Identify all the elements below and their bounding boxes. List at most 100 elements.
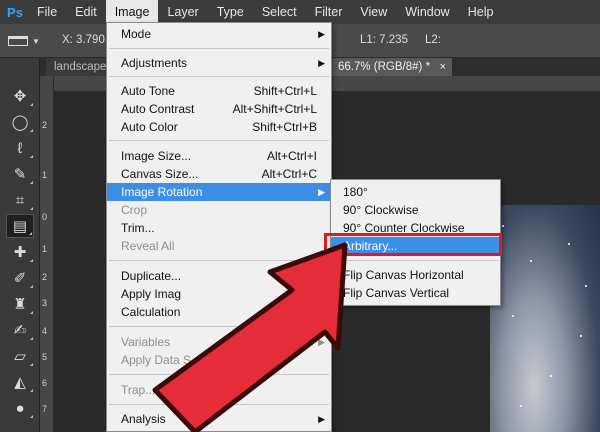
menu-edit[interactable]: Edit bbox=[66, 0, 106, 24]
menu-item-apply-data-set[interactable]: Apply Data S bbox=[107, 351, 331, 369]
submenu-arrow-icon: ▶ bbox=[318, 337, 325, 347]
menu-help[interactable]: Help bbox=[459, 0, 503, 24]
ruler-tool-preset[interactable]: ▼ bbox=[8, 32, 48, 50]
star bbox=[512, 315, 514, 317]
menu-item-trap[interactable]: Trap... bbox=[107, 381, 331, 399]
tab-label: 66.7% (RGB/8#) * bbox=[338, 61, 431, 73]
menu-image[interactable]: Image bbox=[105, 0, 159, 24]
ruler-tool[interactable]: ▤ bbox=[6, 214, 34, 238]
submenu-arrow-icon: ▶ bbox=[318, 29, 325, 39]
menu-item-analysis[interactable]: Analysis ▶ bbox=[107, 410, 331, 428]
menu-item-label: Analysis bbox=[121, 412, 166, 426]
l1-length-readout: L1: 7.235 bbox=[360, 34, 408, 46]
submenu-arrow-icon: ▶ bbox=[318, 58, 325, 68]
brush-icon: ✐ bbox=[13, 270, 27, 287]
lasso-tool[interactable]: ℓ bbox=[6, 136, 34, 160]
app-logo: Ps bbox=[7, 4, 23, 20]
menu-item-canvas-size[interactable]: Canvas Size... Alt+Ctrl+C bbox=[107, 165, 331, 183]
menu-item-apply-image[interactable]: Apply Imag bbox=[107, 285, 331, 303]
move-tool[interactable]: ✥ bbox=[6, 84, 34, 108]
brush-tool[interactable]: ✐ bbox=[6, 266, 34, 290]
menu-item-label: Auto Contrast bbox=[121, 102, 195, 116]
eraser-tool[interactable]: ▱ bbox=[6, 344, 34, 368]
ruler-number: 3 bbox=[42, 298, 48, 308]
lasso-icon: ℓ bbox=[17, 139, 23, 157]
quick-selection-tool[interactable]: ✎ bbox=[6, 162, 34, 186]
healing-brush-tool[interactable]: ✚ bbox=[6, 240, 34, 264]
menu-item-label: Calculation bbox=[121, 305, 181, 319]
menu-window[interactable]: Window bbox=[396, 0, 458, 24]
menu-select[interactable]: Select bbox=[253, 0, 306, 24]
ruler-number: 1 bbox=[42, 170, 48, 180]
submenu-arrow-icon: ▶ bbox=[318, 187, 325, 197]
submenu-item-90-clockwise[interactable]: 90° Clockwise bbox=[331, 201, 500, 219]
submenu-item-180[interactable]: 180° bbox=[331, 183, 500, 201]
eraser-icon: ▱ bbox=[14, 348, 26, 365]
clone-stamp-tool[interactable]: ♜ bbox=[6, 292, 34, 316]
menu-separator bbox=[109, 48, 329, 49]
menu-item-label: Reveal All bbox=[121, 239, 175, 253]
document-image[interactable] bbox=[490, 205, 600, 432]
menu-filter[interactable]: Filter bbox=[306, 0, 352, 24]
star bbox=[520, 405, 522, 407]
menu-separator bbox=[109, 140, 329, 141]
menu-item-duplicate[interactable]: Duplicate... bbox=[107, 267, 331, 285]
menu-item-mode[interactable]: Mode ▶ bbox=[107, 25, 331, 43]
drop-icon: ● bbox=[15, 399, 25, 417]
submenu-arrow-icon: ▶ bbox=[318, 414, 325, 424]
menu-item-label: Image Rotation bbox=[121, 185, 203, 199]
menu-item-label: Mode bbox=[121, 27, 152, 41]
menu-item-trim[interactable]: Trim... bbox=[107, 219, 331, 237]
menu-item-label: Trim... bbox=[121, 221, 155, 235]
stamp-icon: ♜ bbox=[13, 296, 27, 313]
chevron-down-icon: ▼ bbox=[32, 36, 40, 46]
history-brush-tool[interactable]: ✍ bbox=[6, 318, 34, 342]
tools-panel: ✥ ◯ ℓ ✎ ⌗ ▤ ✚ ✐ ♜ ✍ ▱ ◭ ● bbox=[0, 58, 40, 432]
menu-item-shortcut: Shift+Ctrl+B bbox=[252, 120, 317, 134]
ruler-number: 5 bbox=[42, 352, 48, 362]
menu-item-auto-tone[interactable]: Auto Tone Shift+Ctrl+L bbox=[107, 82, 331, 100]
tab-active-document[interactable]: 66.7% (RGB/8#) * × bbox=[330, 58, 453, 76]
menu-item-auto-color[interactable]: Auto Color Shift+Ctrl+B bbox=[107, 118, 331, 136]
menu-item-label: Auto Tone bbox=[121, 84, 175, 98]
menu-item-label: Duplicate... bbox=[121, 269, 182, 283]
submenu-item-flip-vertical[interactable]: Flip Canvas Vertical bbox=[331, 284, 500, 302]
ruler-number: 0 bbox=[42, 212, 48, 222]
menu-separator bbox=[109, 260, 329, 261]
menu-item-shortcut: Alt+Shift+Ctrl+L bbox=[232, 102, 317, 116]
menu-item-label: Variables bbox=[121, 335, 171, 349]
ruler-icon bbox=[8, 36, 28, 46]
menu-item-adjustments[interactable]: Adjustments ▶ bbox=[107, 54, 331, 72]
menu-item-image-rotation[interactable]: Image Rotation ▶ bbox=[107, 183, 331, 201]
menu-item-auto-contrast[interactable]: Auto Contrast Alt+Shift+Ctrl+L bbox=[107, 100, 331, 118]
menu-type[interactable]: Type bbox=[208, 0, 253, 24]
menu-item-crop[interactable]: Crop bbox=[107, 201, 331, 219]
history-brush-icon: ✍ bbox=[13, 322, 27, 339]
menu-item-variables[interactable]: Variables ▶ bbox=[107, 333, 331, 351]
menu-layer[interactable]: Layer bbox=[158, 0, 207, 24]
menu-item-label: Trap... bbox=[121, 383, 156, 397]
star bbox=[502, 225, 504, 227]
menu-item-image-size[interactable]: Image Size... Alt+Ctrl+I bbox=[107, 147, 331, 165]
menu-separator bbox=[109, 374, 329, 375]
blur-tool[interactable]: ● bbox=[6, 396, 34, 420]
menu-item-label: Auto Color bbox=[121, 120, 178, 134]
close-icon[interactable]: × bbox=[440, 58, 446, 76]
menu-file[interactable]: File bbox=[28, 0, 66, 24]
marquee-tool[interactable]: ◯ bbox=[6, 110, 34, 134]
ruler-icon: ▤ bbox=[12, 218, 28, 235]
image-menu-dropdown: Mode ▶ Adjustments ▶ Auto Tone Shift+Ctrl+L… bbox=[106, 22, 332, 432]
photoshop-window: Ps File Edit Image Layer Type Select Fil… bbox=[0, 0, 600, 432]
menu-view[interactable]: View bbox=[351, 0, 396, 24]
submenu-item-flip-horizontal[interactable]: Flip Canvas Horizontal bbox=[331, 266, 500, 284]
ruler-number: 6 bbox=[42, 378, 48, 388]
star bbox=[580, 335, 582, 337]
highlight-box bbox=[324, 233, 502, 256]
menu-item-calculations[interactable]: Calculation bbox=[107, 303, 331, 321]
crop-tool[interactable]: ⌗ bbox=[6, 188, 34, 212]
paint-bucket-tool[interactable]: ◭ bbox=[6, 370, 34, 394]
menu-item-shortcut: Shift+Ctrl+L bbox=[253, 84, 317, 98]
x-coordinate-readout: X: 3.790 bbox=[62, 34, 105, 46]
menu-item-reveal-all[interactable]: Reveal All bbox=[107, 237, 331, 255]
bucket-icon: ◭ bbox=[14, 374, 26, 391]
